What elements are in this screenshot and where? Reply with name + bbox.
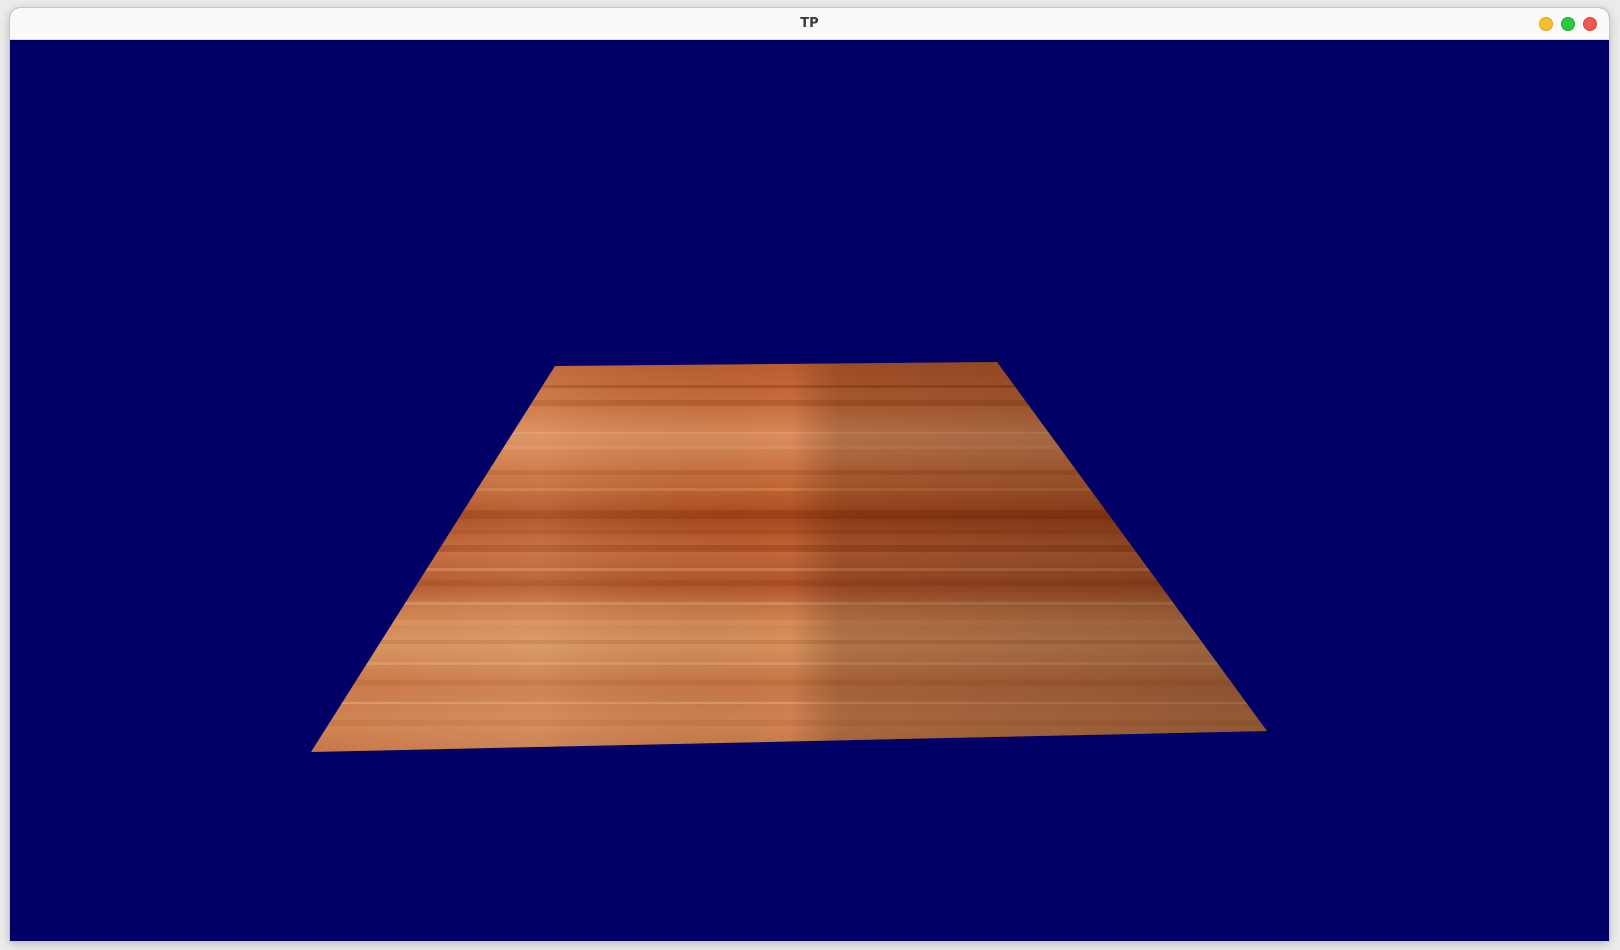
minimize-button[interactable] xyxy=(1539,17,1553,31)
window-title: TP xyxy=(800,16,819,31)
wood-plane xyxy=(311,362,1267,752)
close-button[interactable] xyxy=(1583,17,1597,31)
render-viewport[interactable] xyxy=(10,40,1609,941)
scene-canvas xyxy=(311,362,1267,752)
title-bar[interactable]: TP xyxy=(10,8,1609,40)
window-controls xyxy=(1539,17,1597,31)
desktop: TP xyxy=(0,0,1620,950)
maximize-button[interactable] xyxy=(1561,17,1575,31)
app-window: TP xyxy=(10,8,1609,941)
